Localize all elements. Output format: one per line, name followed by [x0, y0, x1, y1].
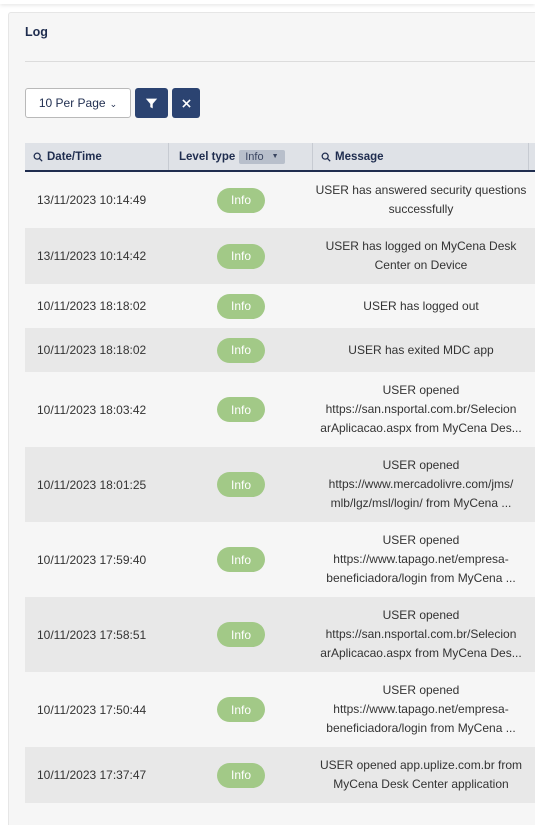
cell-datetime: 10/11/2023 18:18:02 — [37, 343, 147, 357]
cell-message: USER opened https://www.tapago.net/empre… — [326, 683, 516, 735]
level-badge: Info — [217, 293, 265, 319]
table-row[interactable]: 10/11/2023 17:50:44 Info USER opened htt… — [25, 672, 535, 747]
level-badge: Info — [217, 337, 265, 363]
table-row[interactable]: 10/11/2023 18:01:25 Info USER opened htt… — [25, 447, 535, 522]
level-badge: Info — [217, 243, 265, 269]
cell-message: USER has answered security questions suc… — [315, 183, 527, 216]
cell-datetime: 10/11/2023 18:18:02 — [37, 299, 147, 313]
table-row[interactable]: 13/11/2023 10:14:49 Info USER has answer… — [25, 172, 535, 228]
level-filter-value: Info — [245, 150, 264, 163]
table-row[interactable]: 10/11/2023 17:59:40 Info USER opened htt… — [25, 522, 535, 597]
cell-message: USER opened https://www.tapago.net/empre… — [326, 533, 516, 585]
log-panel: Log 10 Per Page ⌄ Date/Time Level type I… — [8, 12, 535, 825]
level-badge: Info — [217, 397, 265, 422]
level-badge: Info — [217, 472, 265, 497]
cell-datetime: 10/11/2023 17:58:51 — [37, 627, 147, 642]
table-row[interactable]: 10/11/2023 18:18:02 Info USER has exited… — [25, 328, 535, 372]
table-row[interactable]: 10/11/2023 18:18:02 Info USER has logged… — [25, 284, 535, 328]
cell-datetime: 10/11/2023 17:50:44 — [37, 702, 147, 717]
column-extra — [529, 143, 535, 170]
level-badge: Info — [217, 547, 265, 572]
table-body: 13/11/2023 10:14:49 Info USER has answer… — [25, 172, 535, 803]
cell-message: USER has logged on MyCena Desk Center on… — [325, 239, 517, 272]
column-level-label: Level type — [179, 150, 236, 163]
cell-datetime: 13/11/2023 10:14:49 — [37, 193, 147, 207]
table-row[interactable]: 10/11/2023 17:58:51 Info USER opened htt… — [25, 597, 535, 672]
cell-message: USER opened https://san.nsportal.com.br/… — [320, 383, 522, 435]
column-datetime-label: Date/Time — [47, 150, 102, 163]
search-icon — [33, 152, 43, 162]
caret-down-icon: ▼ — [271, 153, 279, 160]
toolbar: 10 Per Page ⌄ — [25, 88, 200, 118]
level-badge: Info — [217, 187, 265, 213]
cell-datetime: 13/11/2023 10:14:42 — [37, 249, 147, 263]
table-row[interactable]: 10/11/2023 18:03:42 Info USER opened htt… — [25, 372, 535, 447]
cell-datetime: 10/11/2023 17:59:40 — [37, 552, 147, 567]
cell-datetime: 10/11/2023 18:01:25 — [37, 477, 147, 492]
cell-message: USER opened https://www.mercadolivre.com… — [328, 458, 514, 510]
chevron-down-icon: ⌄ — [109, 98, 118, 109]
log-table: Date/Time Level type Info ▼ Message 13/1… — [25, 143, 535, 803]
per-page-label: 10 Per Page — [38, 96, 106, 110]
filter-icon — [145, 98, 158, 108]
cell-message: USER has exited MDC app — [348, 342, 494, 357]
cell-message: USER opened https://san.nsportal.com.br/… — [320, 608, 522, 660]
column-message[interactable]: Message — [313, 143, 529, 170]
level-badge: Info — [217, 622, 265, 647]
level-filter-select[interactable]: Info ▼ — [239, 149, 285, 164]
column-message-label: Message — [335, 150, 384, 163]
top-bar — [0, 0, 535, 4]
cell-message: USER opened app.uplize.com.br from MyCen… — [319, 758, 523, 791]
per-page-select[interactable]: 10 Per Page ⌄ — [25, 88, 131, 118]
level-badge: Info — [217, 697, 265, 722]
cell-datetime: 10/11/2023 18:03:42 — [37, 402, 147, 417]
close-icon — [181, 98, 191, 108]
column-datetime[interactable]: Date/Time — [25, 143, 169, 170]
search-icon — [321, 152, 331, 162]
filter-button[interactable] — [135, 88, 168, 118]
table-row[interactable]: 13/11/2023 10:14:42 Info USER has logged… — [25, 228, 535, 284]
column-level: Level type Info ▼ — [169, 143, 313, 170]
panel-title: Log — [25, 25, 48, 39]
cell-datetime: 10/11/2023 17:37:47 — [37, 768, 147, 782]
cell-message: USER has logged out — [363, 298, 479, 313]
level-badge: Info — [217, 762, 265, 788]
clear-filter-button[interactable] — [172, 88, 200, 118]
table-header: Date/Time Level type Info ▼ Message — [25, 143, 535, 172]
divider — [25, 61, 535, 62]
table-row[interactable]: 10/11/2023 17:37:47 Info USER opened app… — [25, 747, 535, 803]
